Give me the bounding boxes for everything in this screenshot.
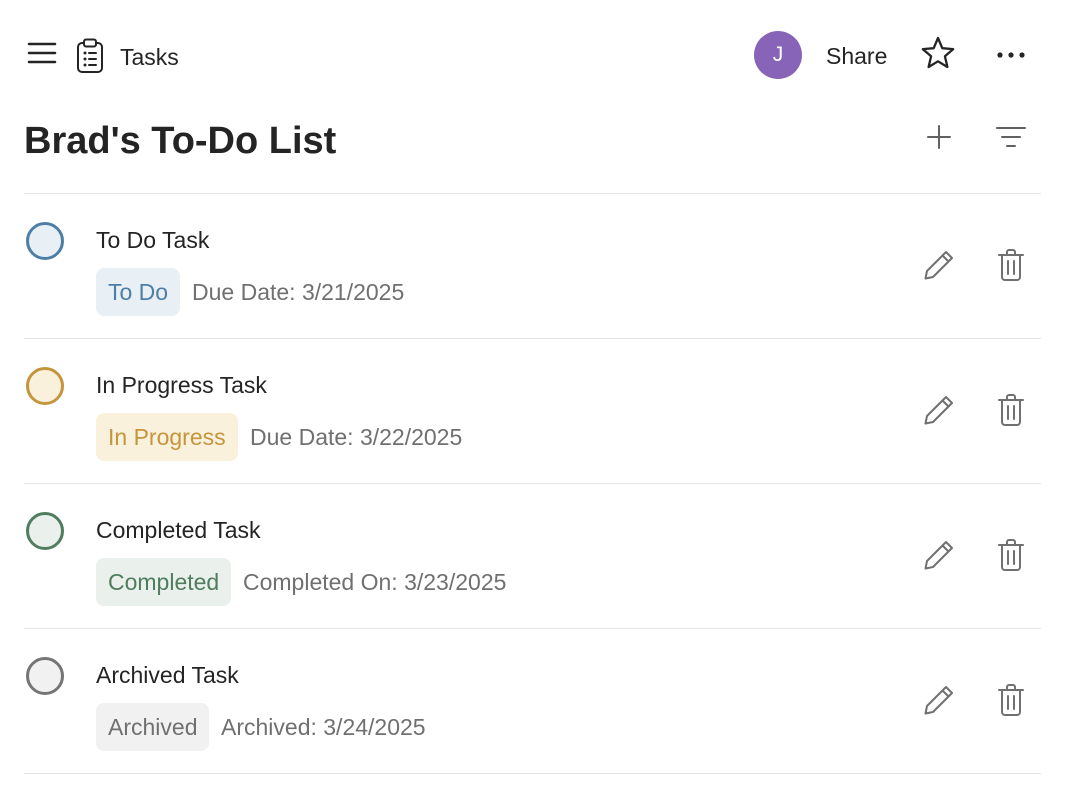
delete-task-button[interactable] [990, 391, 1032, 433]
task-row: To Do Task To Do Due Date: 3/21/2025 [24, 194, 1041, 339]
pencil-icon [922, 538, 956, 577]
task-date: Archived: 3/24/2025 [221, 714, 426, 740]
menu-button[interactable] [24, 36, 60, 74]
delete-task-button[interactable] [990, 246, 1032, 288]
task-list: To Do Task To Do Due Date: 3/21/2025 In … [24, 193, 1041, 774]
add-task-button[interactable] [918, 118, 960, 160]
pencil-icon [922, 248, 956, 287]
task-row: Completed Task Completed Completed On: 3… [24, 484, 1041, 629]
status-badge: In Progress [96, 413, 238, 461]
avatar-initial: J [772, 43, 784, 66]
edit-task-button[interactable] [918, 681, 960, 723]
task-name[interactable]: Archived Task [96, 661, 239, 689]
more-options-button[interactable] [990, 34, 1032, 76]
favorite-button[interactable] [916, 34, 960, 76]
status-badge: Archived [96, 703, 210, 751]
star-outline-icon [920, 36, 956, 75]
task-name[interactable]: To Do Task [96, 226, 209, 254]
task-date: Due Date: 3/22/2025 [250, 424, 463, 450]
status-toggle[interactable] [26, 222, 64, 260]
hamburger-menu-icon [27, 41, 57, 70]
pencil-icon [922, 393, 956, 432]
edit-task-button[interactable] [918, 536, 960, 578]
share-button[interactable]: Share [820, 40, 893, 72]
edit-task-button[interactable] [918, 391, 960, 433]
status-toggle[interactable] [26, 657, 64, 695]
avatar[interactable]: J [754, 31, 802, 79]
more-horizontal-icon [996, 46, 1026, 64]
filter-button[interactable] [990, 118, 1032, 160]
task-date: Due Date: 3/21/2025 [192, 279, 405, 305]
status-toggle[interactable] [26, 512, 64, 550]
delete-task-button[interactable] [990, 681, 1032, 723]
task-row: Archived Task Archived Archived: 3/24/20… [24, 629, 1041, 774]
app-title: Tasks [120, 44, 179, 70]
plus-icon [926, 124, 952, 155]
task-name[interactable]: Completed Task [96, 516, 261, 544]
task-date: Completed On: 3/23/2025 [243, 569, 507, 595]
delete-task-button[interactable] [990, 536, 1032, 578]
trash-icon [996, 393, 1026, 432]
edit-task-button[interactable] [918, 246, 960, 288]
filter-icon [995, 124, 1027, 155]
status-toggle[interactable] [26, 367, 64, 405]
page-title: Brad's To-Do List [24, 120, 337, 162]
status-badge: To Do [96, 268, 181, 316]
top-bar: Tasks J Share [0, 0, 1066, 110]
status-badge: Completed [96, 558, 232, 606]
trash-icon [996, 248, 1026, 287]
trash-icon [996, 683, 1026, 722]
trash-icon [996, 538, 1026, 577]
task-row: In Progress Task In Progress Due Date: 3… [24, 339, 1041, 484]
pencil-icon [922, 683, 956, 722]
clipboard-list-icon [72, 36, 108, 76]
task-name[interactable]: In Progress Task [96, 371, 267, 399]
